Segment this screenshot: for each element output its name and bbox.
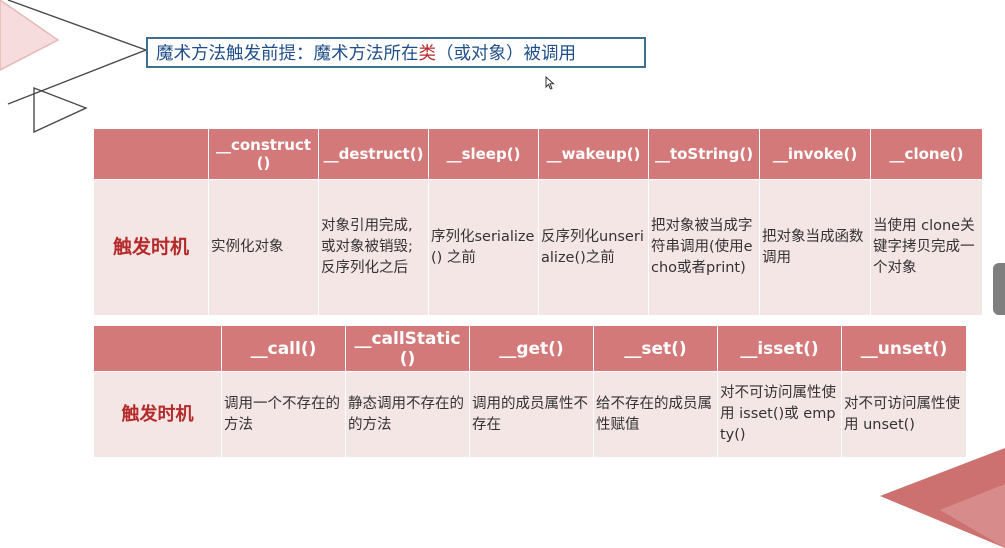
magic-methods-table-1: __construct() __destruct() __sleep() __w… xyxy=(93,128,983,316)
trigger-sleep: 序列化serialize() 之前 xyxy=(428,179,539,316)
header-corner-cell xyxy=(93,325,222,372)
method-name-invoke: __invoke() xyxy=(759,128,871,180)
trigger-unset: 对不可访问属性使用 unset() xyxy=(841,371,967,458)
title-suffix: （或对象）被调用 xyxy=(436,44,576,64)
trigger-isset: 对不可访问属性使用 isset()或 empty() xyxy=(717,371,842,458)
table-header-row: __call() __callStatic() __get() __set() … xyxy=(93,325,967,372)
trigger-destruct: 对象引用完成,或对象被销毁;反序列化之后 xyxy=(318,179,429,316)
row-label-trigger: 触发时机 xyxy=(93,179,209,316)
method-name-wakeup: __wakeup() xyxy=(538,128,649,180)
trigger-tostring: 把对象被当成字符串调用(使用echo或者print) xyxy=(648,179,760,316)
trigger-get: 调用的成员属性不存在 xyxy=(469,371,594,458)
method-name-sleep: __sleep() xyxy=(428,128,539,180)
method-name-callstatic: __callStatic() xyxy=(345,325,470,372)
row-label-trigger: 触发时机 xyxy=(93,371,222,458)
trigger-clone: 当使用 clone关键字拷贝完成一个对象 xyxy=(870,179,983,316)
trigger-call: 调用一个不存在的方法 xyxy=(221,371,346,458)
method-name-get: __get() xyxy=(469,325,594,372)
trigger-set: 给不存在的成员属性赋值 xyxy=(593,371,718,458)
scroll-handle[interactable] xyxy=(993,263,1005,315)
method-name-clone: __clone() xyxy=(870,128,983,180)
mouse-pointer-icon xyxy=(545,76,555,90)
method-name-construct: __construct() xyxy=(208,128,319,180)
title-banner: 魔术方法触发前提：魔术方法所在类（或对象）被调用 xyxy=(146,37,646,68)
trigger-invoke: 把对象当成函数调用 xyxy=(759,179,871,316)
header-corner-cell xyxy=(93,128,209,180)
decorative-triangles-top-left xyxy=(0,0,148,134)
decorative-triangle-bottom-right xyxy=(880,448,1005,548)
method-name-destruct: __destruct() xyxy=(318,128,429,180)
magic-methods-table-2: __call() __callStatic() __get() __set() … xyxy=(93,325,967,458)
trigger-construct: 实例化对象 xyxy=(208,179,319,316)
table-header-row: __construct() __destruct() __sleep() __w… xyxy=(93,128,983,180)
table-row: 触发时机 实例化对象 对象引用完成,或对象被销毁;反序列化之后 序列化seria… xyxy=(93,179,983,316)
method-name-unset: __unset() xyxy=(841,325,967,372)
title-text: 魔术方法触发前提：魔术方法所在 xyxy=(156,44,419,64)
title-highlight: 类 xyxy=(418,44,437,64)
method-name-set: __set() xyxy=(593,325,718,372)
table-row: 触发时机 调用一个不存在的方法 静态调用不存在的的方法 调用的成员属性不存在 给… xyxy=(93,371,967,458)
method-name-isset: __isset() xyxy=(717,325,842,372)
trigger-wakeup: 反序列化unserialize()之前 xyxy=(538,179,649,316)
method-name-tostring: __toString() xyxy=(648,128,760,180)
method-name-call: __call() xyxy=(221,325,346,372)
trigger-callstatic: 静态调用不存在的的方法 xyxy=(345,371,470,458)
